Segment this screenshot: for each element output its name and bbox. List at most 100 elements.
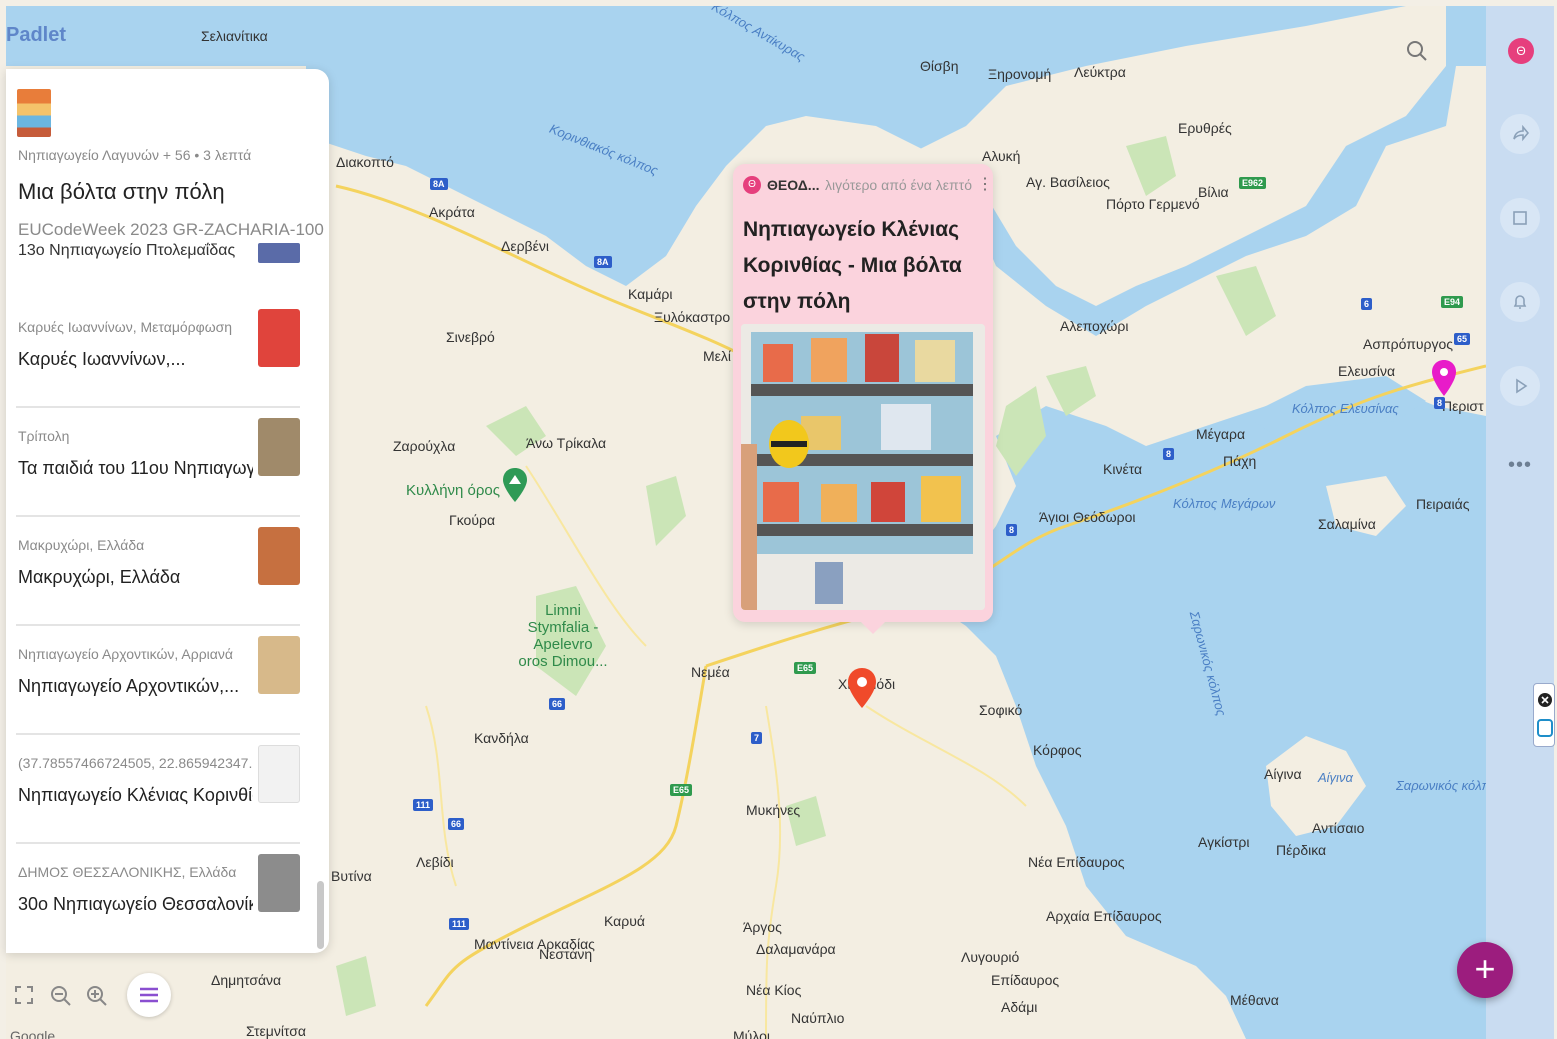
partial-post-line: 13ο Νηπιαγωγείο Πτολεμαΐδας [18, 242, 236, 259]
search-icon[interactable] [1406, 40, 1428, 62]
zoom-in-icon[interactable] [86, 985, 108, 1007]
add-post-button[interactable]: + [1457, 942, 1513, 998]
map-place-label: Νεστάνη [539, 946, 593, 962]
map-place-label: Limni Stymfalia - Apelevro oros Dimou... [518, 602, 608, 670]
list-item[interactable]: (37.78557466724505, 22.865942347... Νηπι… [6, 745, 306, 865]
more-horiz-icon[interactable]: ••• [1508, 454, 1532, 477]
map-place-label: Κόρφος [1033, 742, 1082, 758]
road-shield: 65 [1454, 333, 1471, 345]
post-thumbnail [258, 527, 300, 585]
map-place-label: Σινεβρό [446, 329, 495, 345]
map-place-label: Ελευσίνα [1338, 363, 1396, 379]
map-place-label: Πειραιάς [1416, 496, 1470, 512]
road-shield: 8A [594, 256, 612, 268]
map-pin-magenta-icon[interactable] [1432, 360, 1456, 396]
map-place-label: Σελιανίτικα [201, 28, 268, 44]
browser-extension-widget[interactable] [1533, 683, 1555, 747]
road-shield: E65 [670, 784, 693, 796]
map-place-label: Αίγινα [1318, 770, 1353, 785]
map-place-label: Καμάρι [628, 286, 673, 302]
post-thumbnail [258, 309, 300, 367]
divider [16, 733, 300, 735]
mountain-marker-icon [503, 468, 527, 502]
road-shield: 7 [751, 732, 763, 744]
map-place-label: Αλυκή [982, 148, 1021, 164]
map-place-label: Νέα Επίδαυρος [1028, 854, 1125, 870]
map-place-label: Λυγουριό [961, 949, 1020, 965]
panel-scrollbar[interactable] [317, 881, 324, 949]
posts-list-panel[interactable]: Νηπιαγωγείο Λαγυνών + 56 • 3 λεπτά Μια β… [6, 69, 329, 953]
post-title: Μακρυχώρι, Ελλάδα [18, 567, 181, 587]
road-shield: 66 [448, 818, 465, 830]
map-place-label: Ερυθρές [1178, 120, 1232, 136]
map-place-label: Αδάμι [1001, 999, 1038, 1015]
map-place-label: Καρυά [604, 913, 645, 929]
road-shield: 8 [1163, 448, 1175, 460]
map-place-label: Περιστ [1442, 398, 1484, 414]
post-location: (37.78557466724505, 22.865942347... [18, 755, 253, 771]
map-pin-red-icon[interactable] [848, 668, 876, 708]
google-attribution: Google [10, 1028, 56, 1039]
fullscreen-icon[interactable] [14, 985, 34, 1005]
road-shield: 8A [430, 178, 448, 190]
map-place-label: Δαλαμανάρα [756, 941, 836, 957]
road-shield: E962 [1239, 177, 1267, 189]
map-place-label: Πόρτο Γερμενό [1106, 196, 1200, 212]
post-popup-card[interactable]: Θ ΘΕΟΔ... λιγότερο από ένα λεπτό ⋮ Νηπια… [733, 164, 993, 634]
list-item[interactable]: ΔΗΜΟΣ ΘΕΣΣΑΛΟΝΙΚΗΣ, Ελλάδα 30ο Νηπιαγωγε… [6, 854, 306, 953]
post-thumbnail [258, 854, 300, 912]
map-place-label: Κινέτα [1103, 461, 1143, 477]
bell-icon [1513, 295, 1527, 309]
map-place-label: Πέρδικα [1276, 842, 1327, 858]
list-item[interactable]: Μακρυχώρι, Ελλάδα Μακρυχώρι, Ελλάδα [6, 527, 306, 647]
padlet-description: EUCodeWeek 2023 GR-ZACHARIA-100 [18, 220, 324, 239]
slideshow-button[interactable] [1500, 366, 1540, 406]
map-place-label: Μύλοι [733, 1028, 771, 1039]
extension-icons [1537, 693, 1553, 737]
road-shield: 111 [413, 799, 434, 811]
post-location: Καρυές Ιωαννίνων, Μεταμόρφωση [18, 319, 233, 335]
post-photo [741, 324, 985, 610]
map-place-label: Άργος [743, 919, 782, 935]
zoom-out-icon[interactable] [50, 985, 72, 1007]
post-title: Νηπιαγωγείο Κλένιας Κορινθίας - Μια βόλτ… [743, 218, 962, 313]
map-place-label: Άγιοι Θεόδωροι [1039, 509, 1136, 525]
more-vert-icon[interactable]: ⋮ [977, 174, 993, 194]
map-place-label: Αρχαία Επίδαυρος [1046, 908, 1162, 924]
road-shield: 6 [1361, 298, 1373, 310]
share-button[interactable] [1500, 114, 1540, 154]
road-shield: 8 [1434, 397, 1446, 409]
layout-button[interactable] [1500, 198, 1540, 238]
map-place-label: Ξυλόκαστρο [654, 309, 731, 325]
list-toggle-button[interactable] [127, 973, 171, 1017]
map-place-label: Μέγαρα [1196, 426, 1246, 442]
map-place-label: Βυτίνα [331, 868, 372, 884]
road-shield: 66 [549, 698, 566, 710]
list-item[interactable]: Τρίπολη Τα παιδιά του 11ου Νηπιαγωγείο..… [6, 418, 306, 538]
map-place-label: Επίδαυρος [991, 972, 1060, 988]
map-place-label: Νέα Κίος [746, 982, 802, 998]
post-location: ΔΗΜΟΣ ΘΕΣΣΑΛΟΝΙΚΗΣ, Ελλάδα [18, 864, 237, 880]
list-item[interactable]: Καρυές Ιωαννίνων, Μεταμόρφωση Καρυές Ιωα… [6, 309, 306, 429]
map-place-label: Δερβένι [501, 238, 549, 254]
user-avatar[interactable]: Θ [1508, 38, 1534, 64]
map-place-label: Σαρωνικός κόλπος [1396, 778, 1486, 793]
padlet-thumbnail [17, 89, 51, 137]
author-avatar: Θ [743, 176, 761, 194]
map-place-label: Κανδήλα [474, 730, 529, 746]
map-place-label: Βίλια [1198, 184, 1229, 200]
map-place-label: Ακράτα [429, 204, 475, 220]
partial-post-thumbnail [258, 243, 300, 263]
right-toolbar: Θ ••• [1486, 6, 1554, 1039]
divider [16, 624, 300, 626]
map-place-label: Διακοπτό [336, 154, 394, 170]
divider [16, 842, 300, 844]
padlet-logo: Padlet [6, 24, 67, 46]
map-place-label: Νεμέα [691, 664, 730, 680]
notifications-button[interactable] [1500, 282, 1540, 322]
share-icon [1513, 125, 1529, 142]
map-place-label: Άνω Τρίκαλα [526, 435, 607, 451]
list-item[interactable]: Νηπιαγωγείο Αρχοντικών, Αρριανά Νηπιαγωγ… [6, 636, 306, 756]
post-time: λιγότερο από ένα λεπτό [825, 177, 972, 193]
post-image[interactable] [741, 324, 985, 610]
